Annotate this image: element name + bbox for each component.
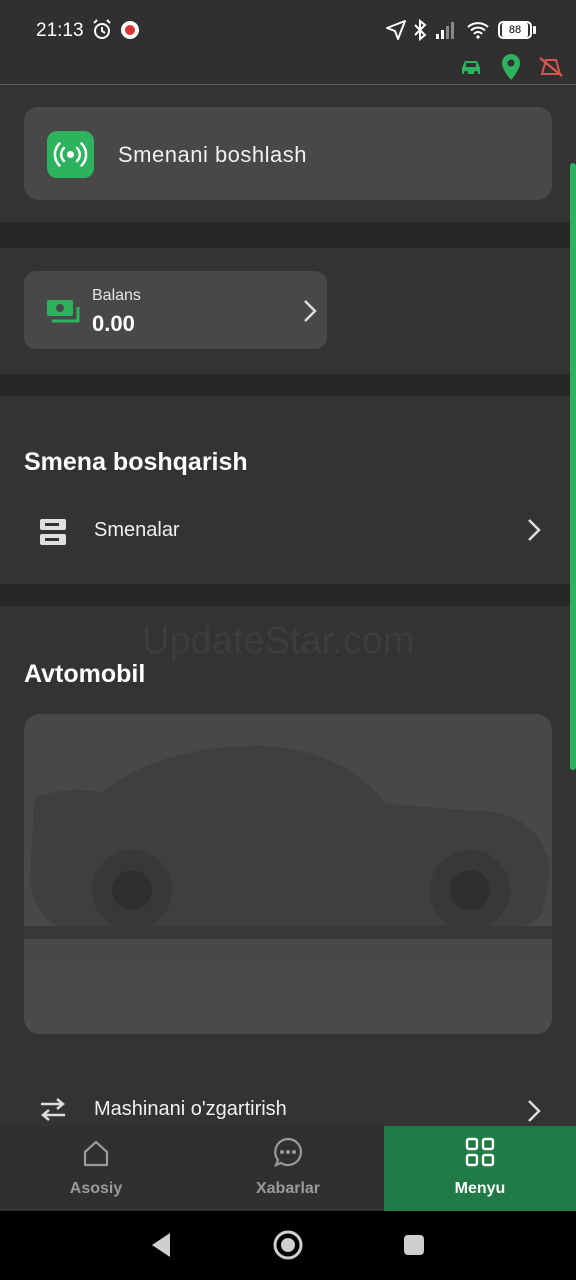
notification-app-icon [121, 21, 139, 39]
car-title: Avtomobil [24, 660, 146, 688]
balance-value: 0.00 [92, 311, 135, 336]
battery-icon: 88 [498, 21, 532, 39]
bottom-navigation: Asosiy Xabarlar Menyu [0, 1126, 576, 1211]
shifts-menu-item[interactable]: Smenalar [0, 500, 576, 560]
server-icon [40, 519, 66, 545]
bluetooth-icon [414, 18, 427, 42]
system-navigation-bar [0, 1211, 576, 1280]
alarm-icon [93, 19, 111, 39]
battery-level: 88 [502, 23, 528, 37]
home-icon [83, 1140, 109, 1167]
start-shift-button[interactable]: Smenani boshlash [24, 107, 552, 200]
home-circle-icon[interactable] [272, 1229, 304, 1261]
recents-icon[interactable] [402, 1233, 426, 1257]
nav-label-home: Asosiy [69, 1180, 123, 1197]
location-arrow-icon [386, 20, 406, 40]
no-connection-icon [539, 57, 563, 77]
car-placeholder-image [24, 745, 552, 939]
status-time: 21:13 [36, 20, 84, 41]
location-pin-icon [502, 54, 520, 80]
chevron-right-icon [304, 300, 317, 322]
battery-tip [533, 26, 536, 34]
section-divider [0, 374, 576, 396]
car-icon [462, 61, 480, 75]
chat-icon [274, 1137, 303, 1167]
shifts-label: Smenalar [94, 519, 180, 541]
nav-item-menu[interactable]: Menyu [384, 1126, 576, 1211]
change-car-item[interactable]: Mashinani o'zgartirish [0, 1080, 576, 1130]
signal-icon [436, 22, 454, 39]
nav-item-home[interactable]: Asosiy [0, 1126, 192, 1211]
swap-icon [41, 1098, 65, 1121]
money-icon [47, 300, 80, 323]
section-divider [0, 584, 576, 606]
nav-label-menu: Menyu [454, 1180, 506, 1197]
car-image-card [24, 714, 552, 1034]
chevron-right-icon [528, 519, 541, 541]
balance-card[interactable]: Balans 0.00 [24, 271, 327, 349]
start-shift-label: Smenani boshlash [118, 142, 308, 167]
nav-item-messages[interactable]: Xabarlar [192, 1126, 384, 1211]
nav-label-messages: Xabarlar [255, 1180, 321, 1197]
watermark-text: UpdateStar.com [142, 620, 415, 662]
change-car-label: Mashinani o'zgartirish [94, 1098, 287, 1120]
broadcast-icon [47, 131, 94, 178]
status-bar: 21:13 88 [0, 0, 576, 85]
shift-management-title: Smena boshqarish [24, 448, 248, 476]
back-icon[interactable] [148, 1231, 174, 1259]
scrollbar-thumb[interactable] [570, 163, 576, 770]
balance-label: Balans [92, 287, 141, 304]
section-divider [0, 222, 576, 248]
chevron-right-icon [528, 1100, 541, 1122]
wifi-icon [467, 22, 489, 39]
grid-icon [465, 1137, 495, 1167]
